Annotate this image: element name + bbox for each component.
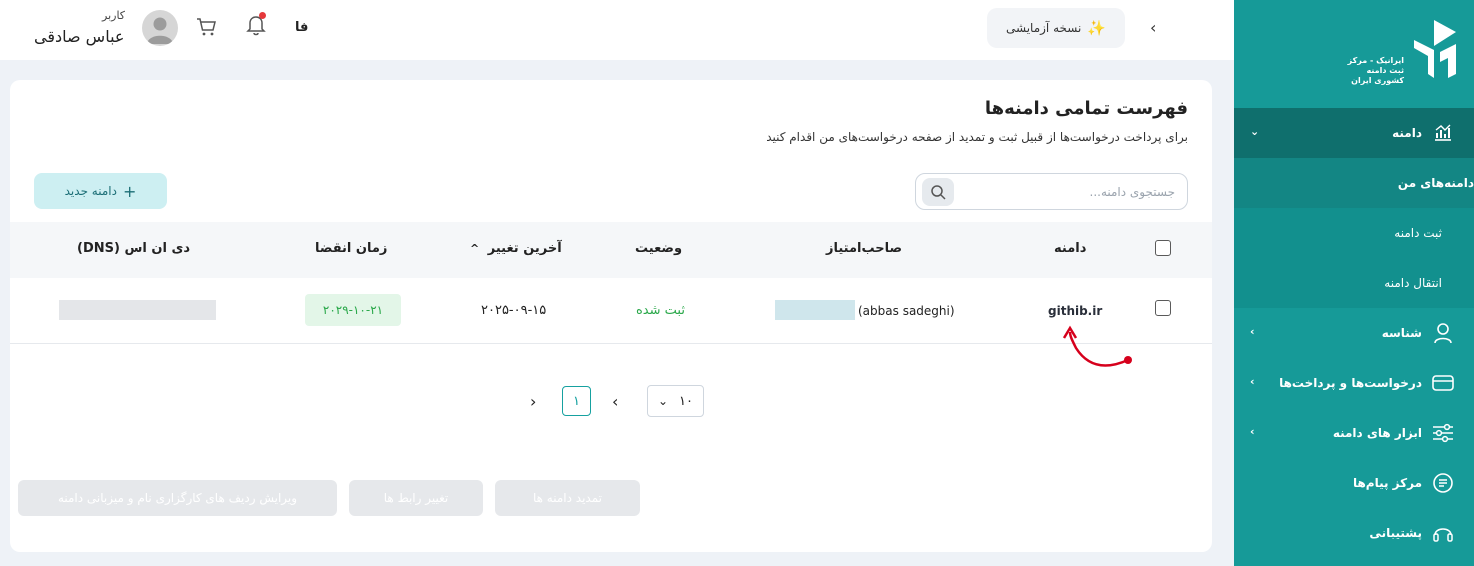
redacted-owner-id — [775, 300, 855, 320]
irnic-logo-icon — [1414, 20, 1456, 78]
logo-text: ایرانیک - مرکز ثبت دامنه کشوری ایران — [1347, 56, 1404, 85]
demo-version-label: نسخه آزمایشی — [1006, 21, 1082, 35]
notification-dot — [259, 12, 266, 19]
chevron-left-icon: › — [1250, 375, 1255, 388]
chart-icon — [1432, 122, 1454, 144]
per-page-value: ۱۰ — [679, 393, 693, 409]
demo-version-badge: ✨ نسخه آزمایشی — [987, 8, 1125, 48]
column-header-domain[interactable]: دامنه — [1054, 241, 1086, 256]
sidebar-item-message-center[interactable]: مرکز پیام‌ها — [1234, 458, 1474, 508]
sidebar-item-label: شناسه — [1381, 326, 1422, 340]
search-box — [915, 173, 1188, 210]
per-page-select[interactable]: ⌄ ۱۰ — [647, 385, 704, 417]
sliders-icon — [1432, 422, 1454, 444]
search-button[interactable] — [922, 178, 954, 206]
column-header-expiry[interactable]: زمان انقضا — [315, 241, 387, 256]
sidebar-item-requests-payments[interactable]: درخواست‌ها و پرداخت‌ها › — [1234, 358, 1474, 408]
top-bar: کاربر عباس صادقی فا ✨ نسخه آزمایشی ‹ — [0, 0, 1234, 60]
sidebar-item-domain[interactable]: دامنه ⌄ — [1234, 108, 1474, 158]
sidebar-item-support[interactable]: پشتیبانی — [1234, 508, 1474, 558]
select-all-checkbox[interactable] — [1155, 240, 1171, 256]
table-row: githib.ir (abbas sadeghi) ثبت شده ۲۰۲۵-۰… — [10, 278, 1212, 344]
sidebar-item-label: پشتیبانی — [1369, 526, 1422, 540]
status-badge: ثبت شده — [636, 303, 685, 318]
sidebar-item-register-domain[interactable]: ثبت دامنه — [1234, 208, 1474, 258]
domains-card: فهرست تمامی دامنه‌ها برای پرداخت درخواست… — [10, 80, 1212, 552]
sort-icon: ^ — [470, 242, 480, 255]
user-role-label: کاربر — [102, 9, 126, 22]
page-title: فهرست تمامی دامنه‌ها — [984, 98, 1188, 119]
owner-name: (abbas sadeghi) — [858, 304, 955, 318]
column-label: آخرین تغییر — [487, 241, 562, 256]
annotation-arrow-icon — [1062, 325, 1132, 367]
user-icon — [1432, 322, 1454, 344]
cart-icon[interactable] — [196, 17, 218, 41]
pagination-next-icon[interactable]: › — [530, 392, 536, 411]
sidebar-item-label: انتقال دامنه — [1384, 276, 1442, 290]
redacted-dns — [59, 300, 216, 320]
chevron-left-icon[interactable]: ‹ — [1150, 18, 1156, 37]
sidebar: ایرانیک - مرکز ثبت دامنه کشوری ایران دام… — [1234, 0, 1474, 566]
sidebar-item-label: ابزار های دامنه — [1332, 426, 1422, 440]
last-change-date: ۲۰۲۵-۰۹-۱۵ — [481, 303, 547, 318]
sidebar-item-label: دامنه — [1392, 126, 1422, 140]
change-contacts-button[interactable]: تغییر رابط ها — [349, 480, 483, 516]
chevron-down-icon: ⌄ — [658, 394, 669, 408]
plus-icon: + — [122, 181, 137, 201]
avatar-icon — [147, 17, 173, 44]
expiry-date-badge: ۲۰۲۹-۱۰-۲۱ — [305, 294, 401, 326]
new-domain-button[interactable]: + دامنه جدید — [34, 173, 167, 209]
sidebar-item-domain-tools[interactable]: ابزار های دامنه › — [1234, 408, 1474, 458]
new-domain-label: دامنه جدید — [64, 184, 117, 198]
column-header-owner[interactable]: صاحب‌امتیاز — [826, 241, 902, 256]
row-checkbox[interactable] — [1155, 300, 1171, 316]
renew-domains-button[interactable]: تمدید دامنه ها — [495, 480, 640, 516]
chevron-left-icon: › — [1250, 325, 1255, 338]
sidebar-item-label: مرکز پیام‌ها — [1352, 476, 1422, 490]
edit-dns-records-button[interactable]: ویرایش ردیف های کارگزاری نام و میزبانی د… — [18, 480, 337, 516]
avatar[interactable] — [142, 10, 178, 46]
search-input[interactable] — [955, 182, 1175, 202]
chevron-down-icon: ⌄ — [1250, 125, 1260, 138]
sidebar-item-my-domains[interactable]: دامنه‌های من — [1234, 158, 1474, 208]
column-header-status[interactable]: وضعیت — [635, 241, 682, 256]
column-header-last-change[interactable]: آخرین تغییر ^ — [470, 241, 562, 256]
language-switch[interactable]: فا — [295, 20, 308, 35]
pagination-prev-icon[interactable]: ‹ — [612, 392, 618, 411]
column-header-dns[interactable]: دی ان اس (DNS) — [77, 241, 190, 256]
sidebar-item-label: دامنه‌های من — [1397, 176, 1474, 190]
sidebar-item-transfer-domain[interactable]: انتقال دامنه — [1234, 258, 1474, 308]
logo[interactable]: ایرانیک - مرکز ثبت دامنه کشوری ایران — [1234, 0, 1474, 108]
table-header: دامنه صاحب‌امتیاز وضعیت آخرین تغییر ^ زم… — [10, 222, 1212, 278]
sidebar-item-identity[interactable]: شناسه › — [1234, 308, 1474, 358]
sidebar-item-label: ثبت دامنه — [1394, 226, 1442, 240]
pagination-page[interactable]: ۱ — [562, 386, 591, 416]
page-subtitle: برای پرداخت درخواست‌ها از قبیل ثبت و تمد… — [766, 130, 1188, 144]
sparkle-icon: ✨ — [1087, 19, 1106, 37]
headset-icon — [1432, 522, 1454, 544]
domain-name[interactable]: githib.ir — [1048, 304, 1102, 318]
card-icon — [1432, 372, 1454, 394]
message-icon — [1432, 472, 1454, 494]
user-name[interactable]: عباس صادقی — [34, 27, 124, 46]
search-icon — [931, 185, 946, 200]
sidebar-item-label: درخواست‌ها و پرداخت‌ها — [1279, 376, 1422, 390]
chevron-left-icon: › — [1250, 425, 1255, 438]
